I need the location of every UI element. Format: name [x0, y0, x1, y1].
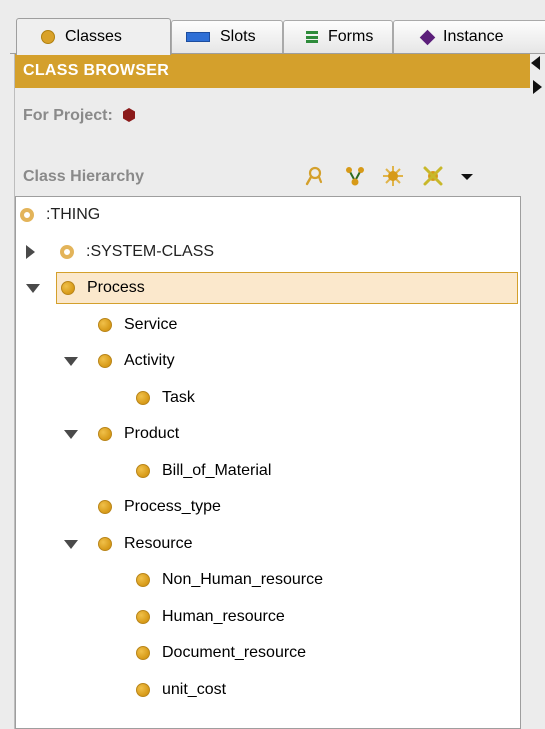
create-class-icon[interactable]: [381, 164, 405, 188]
tree-node-label: unit_cost: [162, 680, 227, 698]
tree-node[interactable]: Non_Human_resource: [136, 565, 323, 595]
tab-label: Instance: [443, 28, 504, 45]
class-hierarchy-toolbar: Class Hierarchy: [15, 164, 530, 190]
tree-node-label: Non_Human_resource: [162, 571, 323, 588]
tree-node[interactable]: Activity: [98, 346, 175, 376]
tree-node[interactable]: Service: [98, 310, 177, 340]
tree-node[interactable]: Task: [136, 383, 195, 413]
collapse-arrows[interactable]: [530, 56, 545, 100]
collapse-arrow-icon[interactable]: [64, 430, 78, 439]
collapse-arrow-icon[interactable]: [64, 539, 78, 549]
project-hexagon-icon: [122, 108, 135, 122]
class-icon: [136, 463, 150, 478]
tree-node-label: Service: [124, 315, 178, 333]
system-class-icon: [20, 208, 34, 222]
tree-node-label: Document_resource: [162, 644, 307, 661]
tree-node[interactable]: Document_resource: [136, 638, 306, 668]
class-hierarchy-label: Class Hierarchy: [23, 168, 144, 185]
tree-node[interactable]: unit_cost: [136, 675, 226, 705]
tab-instances[interactable]: Instance: [393, 20, 545, 53]
form-icon: [306, 31, 318, 43]
tree-node-label: Bill_of_Material: [162, 461, 272, 479]
expand-right-icon[interactable]: [533, 80, 542, 94]
tree-node[interactable]: Human_resource: [136, 602, 285, 632]
tab-forms[interactable]: Forms: [283, 20, 393, 53]
instance-diamond-icon: [419, 29, 436, 45]
tree-node[interactable]: Resource: [98, 529, 192, 559]
class-icon: [98, 317, 112, 332]
project-label: For Project:: [23, 107, 113, 124]
tree-node-label: Resource: [124, 534, 193, 552]
tree-node-label: Product: [124, 425, 180, 442]
class-icon: [136, 573, 150, 587]
class-icon: [98, 500, 112, 514]
class-circle-icon: [41, 30, 55, 44]
tree-node-label: Human_resource: [162, 607, 285, 625]
class-icon: [98, 427, 112, 441]
tree-node-label: Process_type: [124, 498, 221, 515]
tree-node[interactable]: :THING: [20, 200, 100, 230]
class-icon: [98, 536, 112, 551]
tab-classes[interactable]: Classes: [16, 18, 171, 55]
class-icon: [98, 354, 112, 368]
find-class-icon[interactable]: [303, 164, 327, 188]
expand-arrow-icon[interactable]: [26, 244, 35, 259]
protege-window: Classes Slots Forms Instance CLASS BROWS…: [0, 0, 545, 729]
delete-class-icon[interactable]: [421, 164, 445, 188]
class-icon: [136, 390, 150, 405]
tree-node-label: Task: [162, 388, 195, 406]
class-tree[interactable]: :THING :SYSTEM-CLASS Process Service Activit…: [15, 196, 521, 729]
panel-header: CLASS BROWSER: [15, 54, 530, 88]
tree-node-label: :SYSTEM-CLASS: [86, 242, 215, 260]
tab-label: Classes: [65, 28, 122, 45]
tree-node[interactable]: Product: [98, 419, 179, 449]
tree-node-label: :THING: [46, 206, 101, 223]
menu-dropdown-icon[interactable]: [461, 174, 473, 180]
tree-node[interactable]: Bill_of_Material: [136, 456, 271, 486]
tree-node-label: Activity: [124, 352, 175, 369]
tree-node[interactable]: :SYSTEM-CLASS: [60, 237, 214, 267]
class-icon: [136, 609, 150, 624]
project-row: For Project:: [23, 104, 137, 128]
class-icon: [61, 281, 75, 295]
tab-bar: Classes Slots Forms Instance: [0, 0, 545, 55]
class-browser-panel: CLASS BROWSER For Project: Class Hierarc…: [14, 54, 530, 729]
tree-node-label: Process: [87, 279, 145, 296]
class-icon: [136, 682, 150, 697]
class-icon: [136, 646, 150, 660]
system-class-icon: [60, 244, 74, 259]
tab-label: Slots: [220, 28, 256, 45]
collapse-left-icon[interactable]: [531, 56, 540, 70]
tree-node[interactable]: Process: [56, 272, 518, 304]
tree-node[interactable]: Process_type: [98, 492, 221, 522]
tab-label: Forms: [328, 28, 374, 45]
collapse-arrow-icon[interactable]: [26, 284, 40, 293]
tab-slots[interactable]: Slots: [171, 20, 283, 53]
collapse-arrow-icon[interactable]: [64, 357, 78, 366]
create-subclass-icon[interactable]: [343, 164, 367, 188]
slot-rect-icon: [186, 32, 210, 42]
